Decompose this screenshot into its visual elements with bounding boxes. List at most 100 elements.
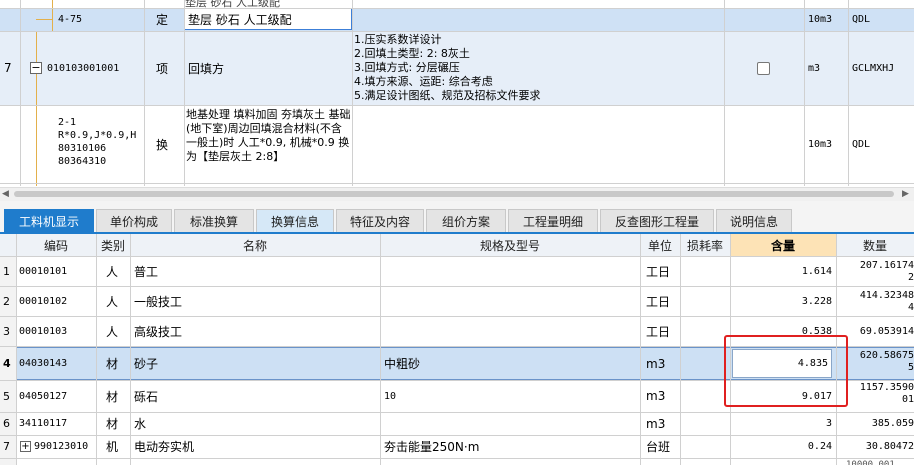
row-spec bbox=[384, 286, 640, 316]
row-code: 990123010 bbox=[34, 441, 89, 452]
header-spec[interactable]: 规格及型号 bbox=[380, 234, 640, 256]
row-qty: 385.059 bbox=[871, 418, 914, 429]
tab-notes[interactable]: 说明信息 bbox=[716, 209, 792, 232]
row-code: 04030143 bbox=[19, 358, 68, 369]
header-qty[interactable]: 数量 bbox=[836, 234, 914, 256]
tab-features[interactable]: 特征及内容 bbox=[336, 209, 424, 232]
feature-line: 5.满足设计图纸、规范及招标文件要求 bbox=[354, 89, 541, 102]
row-number: 6 bbox=[3, 417, 10, 430]
tab-material-display[interactable]: 工料机显示 bbox=[4, 209, 94, 232]
row-type: 人 bbox=[106, 294, 119, 309]
scroll-left-icon[interactable]: ◀ bbox=[2, 189, 9, 199]
tab-conversion-info[interactable]: 换算信息 bbox=[256, 209, 334, 232]
code-line: 2-1 bbox=[58, 117, 77, 128]
tab-unit-price[interactable]: 单价构成 bbox=[96, 209, 172, 232]
expand-symbol: + bbox=[21, 441, 30, 452]
row-unit: 台班 bbox=[646, 440, 671, 454]
row-name: 砂子 bbox=[134, 357, 159, 371]
top-row3-expr: QDL bbox=[852, 138, 871, 150]
row-spec bbox=[384, 256, 640, 286]
expand-icon[interactable]: + bbox=[20, 441, 31, 452]
row-type: 材 bbox=[106, 417, 119, 431]
row-qty: 1157.3590 01 bbox=[859, 382, 914, 405]
row-code: 00010103 bbox=[19, 325, 68, 337]
row-qty: 414.32348 4 bbox=[859, 290, 914, 313]
row-spec: 中粗砂 bbox=[384, 357, 421, 371]
row-type: 机 bbox=[106, 440, 119, 454]
row-unit: m3 bbox=[646, 389, 666, 403]
top-row2-expr: GCLMXHJ bbox=[852, 62, 895, 74]
header-name[interactable]: 名称 bbox=[130, 234, 380, 256]
header-unit[interactable]: 单位 bbox=[640, 234, 680, 256]
tab-pricing-scheme[interactable]: 组价方案 bbox=[426, 209, 506, 232]
header-content[interactable]: 含量 bbox=[730, 234, 836, 256]
top-row1-name[interactable]: 垫层 砂石 人工级配 bbox=[188, 8, 350, 31]
row-type: 人 bbox=[106, 324, 119, 339]
row-qty: 30.80472 bbox=[865, 441, 914, 452]
row-content[interactable]: 3.228 bbox=[730, 286, 832, 316]
row-number: 7 bbox=[3, 440, 10, 453]
row-unit: 工日 bbox=[646, 324, 671, 339]
top-row1-code: 4-75 bbox=[58, 14, 83, 25]
header-type[interactable]: 类别 bbox=[96, 234, 130, 256]
header-code[interactable]: 编码 bbox=[16, 234, 96, 256]
row-name: 普工 bbox=[134, 264, 159, 279]
top-row1-unit: 10m3 bbox=[808, 14, 833, 25]
top-row2-name: 回填方 bbox=[188, 61, 225, 76]
feature-line: 3.回填方式: 分层碾压 bbox=[354, 61, 460, 74]
scroll-right-icon[interactable]: ▶ bbox=[902, 189, 909, 199]
top-row1-type: 定 bbox=[156, 13, 169, 27]
feature-line: 2.回填土类型: 2: 8灰土 bbox=[354, 47, 470, 60]
row-content[interactable]: 1.614 bbox=[730, 256, 832, 286]
row-spec bbox=[384, 412, 640, 435]
row-number: 1 bbox=[3, 264, 10, 278]
row-unit: 工日 bbox=[646, 294, 671, 309]
row-unit: 工日 bbox=[646, 264, 671, 279]
row-content[interactable]: 3 bbox=[730, 412, 832, 435]
tab-standard-conversion[interactable]: 标准换算 bbox=[174, 209, 254, 232]
tab-reverse-lookup[interactable]: 反查图形工程量 bbox=[600, 209, 714, 232]
row-name: 水 bbox=[134, 417, 147, 431]
row-qty-partial: 10000.001 bbox=[846, 460, 895, 465]
row-name: 电动夯实机 bbox=[134, 440, 195, 454]
row-spec: 夯击能量250N·m bbox=[384, 440, 480, 454]
row-code: 04050127 bbox=[19, 390, 68, 402]
row-number: 5 bbox=[3, 389, 10, 403]
top-row3-type: 换 bbox=[156, 137, 169, 152]
top-row3-name: 地基处理 填料加固 夯填灰土 基础(地下室)周边回填混合材料(不含一般土)时 人… bbox=[186, 108, 351, 163]
feature-line: 1.压实系数详设计 bbox=[354, 33, 442, 46]
collapse-symbol: − bbox=[31, 62, 41, 74]
horizontal-scrollbar[interactable]: ◀ ▶ bbox=[0, 187, 914, 201]
row-name: 一般技工 bbox=[134, 294, 183, 309]
code-line: 80364310 bbox=[58, 156, 107, 167]
code-line: 80310106 bbox=[58, 143, 107, 154]
row-name: 砾石 bbox=[134, 389, 159, 404]
top-row2-unit: m3 bbox=[808, 62, 821, 74]
code-line: R*0.9,J*0.9,H bbox=[58, 130, 137, 141]
tab-quantity-detail[interactable]: 工程量明细 bbox=[508, 209, 598, 232]
row-content[interactable]: 0.24 bbox=[730, 435, 832, 458]
header-loss[interactable]: 损耗率 bbox=[680, 234, 730, 256]
top-row3-code: 2-1 R*0.9,J*0.9,H 80310106 80364310 bbox=[58, 116, 144, 176]
row-type: 人 bbox=[106, 264, 119, 279]
red-highlight-box bbox=[724, 335, 848, 407]
row-name: 高级技工 bbox=[134, 324, 183, 339]
top-row2-feature: 1.压实系数详设计 2.回填土类型: 2: 8灰土 3.回填方式: 分层碾压 4… bbox=[354, 33, 722, 105]
top-row2-checkbox[interactable] bbox=[757, 62, 770, 75]
top-row2-no: 7 bbox=[4, 61, 12, 75]
row-qty: 207.16174 2 bbox=[859, 260, 914, 283]
row-qty: 620.58675 5 bbox=[859, 350, 914, 373]
row-unit: m3 bbox=[646, 356, 666, 371]
feature-line: 4.填方来源、运距: 综合考虑 bbox=[354, 75, 493, 88]
scrollbar-thumb[interactable] bbox=[14, 191, 894, 197]
bottom-grid: 编码 类别 名称 规格及型号 单位 损耗率 含量 数量 1 00010101 人… bbox=[0, 234, 914, 465]
top-grid: 垫层 砂石 人工级配 4-75 定 垫层 砂石 人工级配 10m3 QDL 7 … bbox=[0, 0, 914, 186]
expand-collapse-icon[interactable]: − bbox=[30, 62, 42, 74]
top-row2-code: 010103001001 bbox=[47, 62, 120, 74]
row-code: 00010102 bbox=[19, 295, 68, 307]
row-number: 4 bbox=[3, 357, 11, 370]
top-row2-type: 项 bbox=[156, 61, 169, 76]
top-row1-expr: QDL bbox=[852, 14, 871, 25]
row-type: 材 bbox=[106, 357, 119, 371]
row-number: 2 bbox=[3, 294, 10, 308]
